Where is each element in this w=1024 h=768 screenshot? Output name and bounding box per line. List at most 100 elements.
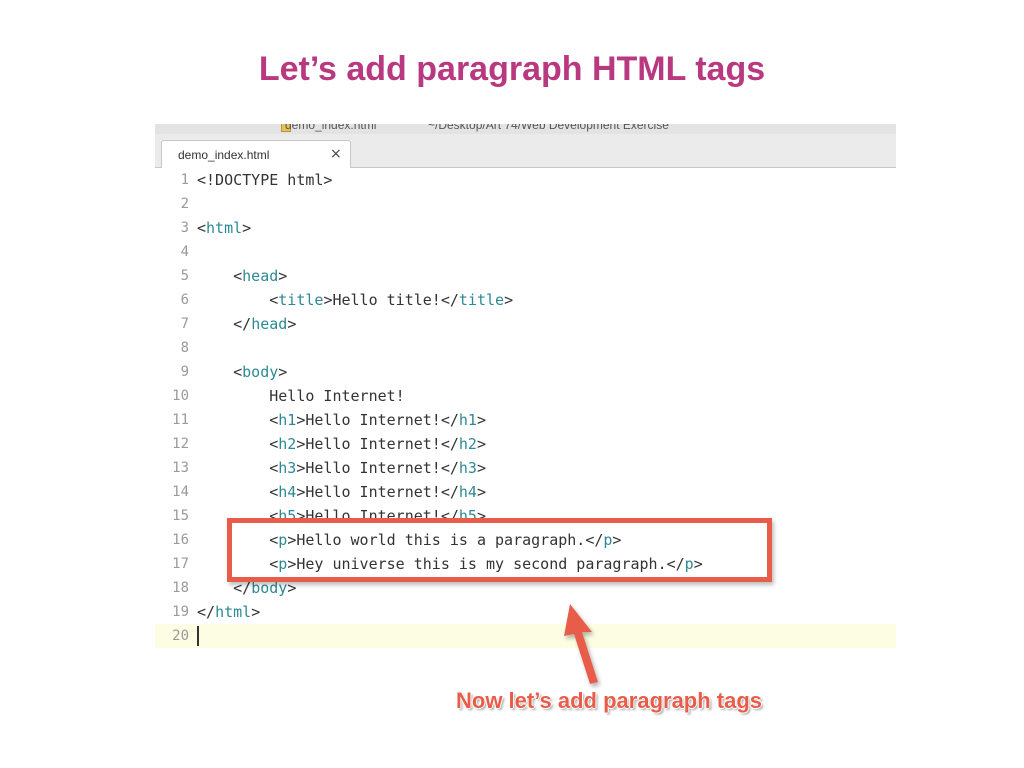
line-content: Hello Internet!: [197, 384, 405, 408]
tab-demo-index[interactable]: demo_index.html ×: [161, 140, 351, 168]
slide-title: Let’s add paragraph HTML tags: [258, 50, 766, 88]
tag-name: h3: [278, 459, 297, 477]
tag-name: html: [206, 219, 243, 237]
line-number: 10: [172, 388, 189, 404]
line-number: 13: [172, 460, 189, 476]
tag-name: title: [278, 291, 324, 309]
code-text: <: [197, 291, 279, 309]
code-line[interactable]: 7 </head>: [155, 312, 896, 336]
line-content: <h3>Hello Internet!</h3>: [197, 456, 486, 480]
line-number: 11: [172, 412, 189, 428]
code-line[interactable]: 13 <h3>Hello Internet!</h3>: [155, 456, 896, 480]
code-text: Hello Internet!: [197, 387, 405, 405]
code-text: </: [197, 603, 216, 621]
line-number: 5: [180, 268, 189, 284]
line-content: <h2>Hello Internet!</h2>: [197, 432, 486, 456]
code-line[interactable]: 5 <head>: [155, 264, 896, 288]
code-text: >: [476, 411, 486, 429]
text-cursor: [197, 626, 199, 646]
code-line[interactable]: 12 <h2>Hello Internet!</h2>: [155, 432, 896, 456]
code-text: >: [476, 459, 486, 477]
code-line[interactable]: 9 <body>: [155, 360, 896, 384]
code-line[interactable]: 2: [155, 192, 896, 216]
line-number: 6: [180, 292, 189, 308]
code-text: </: [197, 315, 252, 333]
line-number: 12: [172, 436, 189, 452]
line-number: 3: [180, 220, 189, 236]
tag-name: h1: [278, 411, 297, 429]
code-line[interactable]: 19 </html>: [155, 600, 896, 624]
code-line[interactable]: 8: [155, 336, 896, 360]
tag-name: h2: [458, 435, 477, 453]
tag-name: title: [458, 291, 505, 309]
tag-name: head: [242, 267, 279, 285]
line-number: 20: [172, 628, 189, 644]
code-line[interactable]: 11 <h1>Hello Internet!</h1>: [155, 408, 896, 432]
line-content: <head>: [197, 264, 287, 288]
code-line[interactable]: 1 <!DOCTYPE html>: [155, 168, 896, 192]
line-number: 2: [180, 196, 189, 212]
code-text: >Hello Internet!</: [296, 411, 459, 429]
callout-text: Now let’s add paragraph tags: [456, 688, 763, 713]
tag-name: h4: [458, 483, 477, 501]
code-text: <: [197, 411, 279, 429]
line-number: 7: [180, 316, 189, 332]
line-number: 16: [172, 532, 189, 548]
code-text: >: [476, 483, 486, 501]
line-content: </head>: [197, 312, 296, 336]
code-text: <: [197, 267, 243, 285]
line-content: <title>Hello title!</title>: [197, 288, 513, 312]
line-number: 8: [180, 340, 189, 356]
tag-name: html: [215, 603, 252, 621]
line-number: 17: [172, 556, 189, 572]
tag-name: h3: [458, 459, 477, 477]
code-line[interactable]: 4: [155, 240, 896, 264]
tag-name: h1: [458, 411, 477, 429]
code-text: >Hello Internet!</: [296, 483, 459, 501]
titlebar-filename: demo_index.html: [285, 124, 377, 132]
window-titlebar: demo_index.html ~/Desktop/Art 74/Web Dev…: [155, 124, 896, 134]
line-content: <h1>Hello Internet!</h1>: [197, 408, 486, 432]
tag-name: body: [242, 363, 279, 381]
code-text: >: [242, 219, 252, 237]
line-content: </html>: [197, 600, 260, 624]
code-text: >: [251, 603, 261, 621]
code-line[interactable]: 14 <h4>Hello Internet!</h4>: [155, 480, 896, 504]
code-text: >: [278, 363, 288, 381]
line-number: 14: [172, 484, 189, 500]
code-text: <: [197, 459, 279, 477]
code-line[interactable]: 10 Hello Internet!: [155, 384, 896, 408]
code-text: <: [197, 219, 207, 237]
line-content: <html>: [197, 216, 251, 240]
code-line[interactable]: 20: [155, 624, 896, 648]
tag-name: h4: [278, 483, 297, 501]
code-text: >Hello Internet!</: [296, 435, 459, 453]
highlight-box: [227, 518, 772, 582]
line-number: 18: [172, 580, 189, 596]
line-number: 15: [172, 508, 189, 524]
code-text: >: [476, 435, 486, 453]
code-text: >Hello title!</: [323, 291, 459, 309]
arrow-icon: [564, 604, 598, 684]
line-number: 19: [172, 604, 189, 620]
code-text: <: [197, 363, 243, 381]
code-text: >Hello Internet!</: [296, 459, 459, 477]
tab-bar: demo_index.html ×: [155, 134, 896, 168]
line-content: <body>: [197, 360, 287, 384]
code-text: <: [197, 435, 279, 453]
tag-name: h2: [278, 435, 297, 453]
tag-name: head: [251, 315, 288, 333]
code-text: >: [504, 291, 514, 309]
code-text: <: [197, 483, 279, 501]
code-line[interactable]: 3 <html>: [155, 216, 896, 240]
close-icon[interactable]: ×: [330, 146, 342, 162]
line-content: <h4>Hello Internet!</h4>: [197, 480, 486, 504]
code-text: >: [287, 315, 297, 333]
code-text: >: [278, 267, 288, 285]
titlebar-path: ~/Desktop/Art 74/Web Development Exercis…: [428, 124, 669, 132]
code-line[interactable]: 6 <title>Hello title!</title>: [155, 288, 896, 312]
tab-label: demo_index.html: [178, 148, 270, 162]
line-content: <!DOCTYPE html>: [197, 168, 332, 192]
code-text: <!DOCTYPE html>: [197, 171, 333, 189]
line-number: 9: [180, 364, 189, 380]
